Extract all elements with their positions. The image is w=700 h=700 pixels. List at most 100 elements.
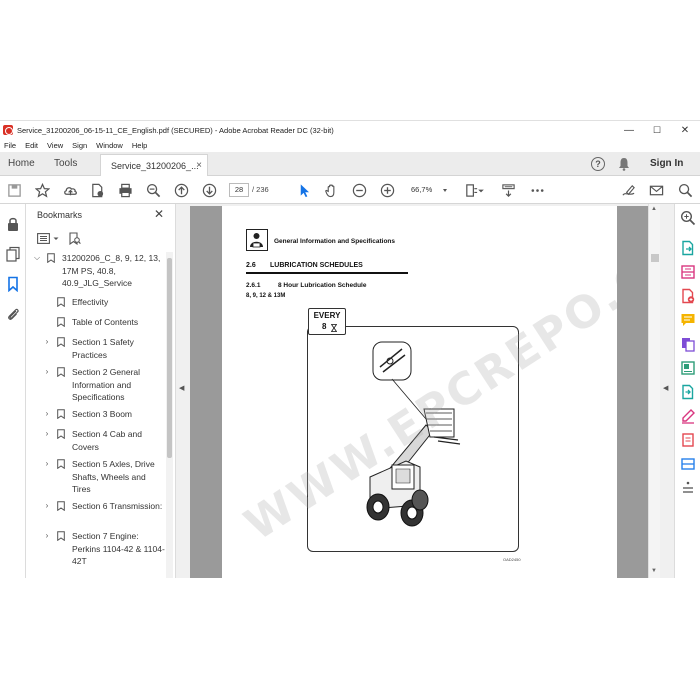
notification-bell-icon[interactable] — [618, 157, 630, 171]
page-view-icon[interactable] — [500, 182, 516, 198]
scroll-down-icon[interactable]: ▼ — [651, 568, 657, 574]
bookmark-item[interactable]: Effectivity — [26, 296, 166, 312]
save-icon[interactable] — [6, 182, 22, 198]
zoom-level-dropdown[interactable]: 66,7% — [405, 183, 451, 197]
scroll-up-icon[interactable]: ▲ — [651, 206, 657, 212]
manual-section-logo — [246, 229, 268, 251]
sign-in-button[interactable]: Sign In — [650, 158, 683, 169]
bookmarks-scrollbar[interactable] — [166, 252, 173, 578]
bookmark-item[interactable]: › Section 5 Axles, Drive Shafts, Wheels … — [26, 458, 166, 496]
help-icon[interactable]: ? — [591, 157, 605, 171]
create-pdf-icon[interactable] — [680, 288, 696, 304]
document-scroll-thumb[interactable] — [651, 254, 659, 262]
bookmark-item[interactable]: › Section 6 Transmission: — [26, 500, 166, 526]
bookmark-item[interactable]: › Section 2 General Information and Spec… — [26, 366, 166, 404]
edit-pdf-icon[interactable] — [680, 360, 696, 376]
more-tools-icon[interactable] — [529, 182, 545, 198]
next-page-icon[interactable] — [201, 182, 217, 198]
zoom-in-icon[interactable] — [379, 182, 395, 198]
tab-close-icon[interactable]: × — [196, 160, 202, 171]
bookmarks-scroll-thumb[interactable] — [167, 258, 172, 458]
bookmark-label: Section 5 Axles, Drive Shafts, Wheels an… — [72, 459, 155, 494]
expand-chevron-icon[interactable]: › — [43, 408, 51, 421]
acrobat-window: Service_31200206_06-15-11_CE_English.pdf… — [0, 120, 700, 578]
expand-chevron-icon[interactable]: › — [43, 530, 51, 543]
collapse-right-panel-icon[interactable]: ◀ — [663, 384, 668, 392]
expand-chevron-icon[interactable]: › — [43, 428, 51, 441]
export-convert-icon[interactable] — [680, 384, 696, 400]
document-viewer[interactable]: General Information and Specifications 2… — [190, 206, 648, 578]
bookmark-item[interactable]: › Section 1 Safety Practices — [26, 336, 166, 362]
zoom-out-icon[interactable] — [351, 182, 367, 198]
menu-sign[interactable]: Sign — [72, 141, 87, 150]
minimize-button[interactable]: — — [615, 121, 643, 139]
bookmark-label: Section 3 Boom — [72, 409, 133, 419]
menu-view[interactable]: View — [47, 141, 63, 150]
file-share-icon[interactable] — [89, 182, 105, 198]
bookmark-item[interactable]: › Section 7 Engine: Perkins 1104-42 & 11… — [26, 530, 166, 568]
bookmark-label: Section 1 Safety Practices — [72, 337, 134, 360]
export-pdf-icon[interactable] — [680, 240, 696, 256]
bookmark-options-chevron-icon[interactable] — [52, 233, 60, 244]
menu-window[interactable]: Window — [96, 141, 123, 150]
select-cursor-icon[interactable] — [296, 182, 312, 198]
expand-chevron-icon[interactable]: › — [43, 500, 51, 513]
page-number-input[interactable]: 28 — [229, 183, 249, 197]
tab-tools[interactable]: Tools — [54, 158, 77, 169]
hourglass-icon — [331, 324, 337, 332]
bookmark-icon — [47, 253, 55, 263]
upload-cloud-icon[interactable] — [62, 182, 78, 198]
email-icon[interactable] — [648, 182, 664, 198]
tab-document[interactable]: Service_31200206_... × — [100, 154, 208, 176]
bookmark-label: Section 2 General Information and Specif… — [72, 367, 141, 402]
pdf-page: General Information and Specifications 2… — [222, 206, 617, 578]
fill-sign-icon[interactable] — [680, 408, 696, 424]
expand-chevron-icon[interactable]: › — [43, 458, 51, 471]
bookmarks-list: ⌵ 31200206_C_8, 9, 12, 13, 17M PS, 40.8,… — [26, 252, 166, 568]
bookmark-icon — [57, 317, 65, 327]
bookmark-item[interactable]: Table of Contents — [26, 316, 166, 332]
more-tools-right-icon[interactable] — [680, 480, 696, 496]
page-fit-chevron-icon[interactable] — [477, 182, 485, 198]
menu-help[interactable]: Help — [132, 141, 147, 150]
interval-label-box: EVERY 8 — [308, 308, 346, 335]
right-tools-rail — [674, 204, 700, 578]
protect-icon[interactable] — [680, 432, 696, 448]
menu-edit[interactable]: Edit — [25, 141, 38, 150]
bookmark-item[interactable]: › Section 4 Cab and Covers — [26, 428, 166, 454]
bookmarks-panel-icon[interactable] — [5, 276, 21, 292]
screen: Service_31200206_06-15-11_CE_English.pdf… — [0, 0, 700, 700]
expand-chevron-icon[interactable]: › — [43, 336, 51, 349]
scan-ocr-icon[interactable] — [680, 456, 696, 472]
bookmark-label: Table of Contents — [72, 317, 139, 327]
print-icon[interactable] — [117, 182, 133, 198]
collapse-chevron-icon[interactable]: ⌵ — [33, 252, 41, 265]
expand-chevron-icon[interactable]: › — [43, 366, 51, 379]
previous-page-icon[interactable] — [173, 182, 189, 198]
zoom-search-icon[interactable] — [680, 210, 696, 226]
close-window-button[interactable]: ✕ — [671, 121, 699, 139]
maximize-button[interactable]: ☐ — [643, 121, 671, 139]
tab-document-label: Service_31200206_... — [111, 161, 199, 171]
lock-icon[interactable] — [5, 216, 21, 232]
search-zoom-icon[interactable] — [145, 182, 161, 198]
document-scrollbar[interactable]: ▲ ▼ — [648, 204, 660, 578]
find-bookmark-icon[interactable] — [68, 231, 81, 245]
collapse-left-panel-icon[interactable]: ◀ — [179, 384, 184, 392]
sign-pen-icon[interactable] — [620, 182, 636, 198]
find-search-icon[interactable] — [677, 182, 693, 198]
menu-file[interactable]: File — [4, 141, 16, 150]
bookmark-item[interactable]: › Section 3 Boom — [26, 408, 166, 424]
organize-pages-icon[interactable] — [680, 264, 696, 280]
menu-bar: File Edit View Sign Window Help — [0, 139, 700, 152]
bookmark-item[interactable]: ⌵ 31200206_C_8, 9, 12, 13, 17M PS, 40.8,… — [26, 252, 166, 292]
bookmark-options-icon[interactable] — [37, 232, 50, 244]
hand-tool-icon[interactable] — [323, 182, 339, 198]
attachment-paperclip-icon[interactable] — [5, 306, 21, 322]
tab-home[interactable]: Home — [8, 158, 35, 169]
bookmarks-close-icon[interactable]: ✕ — [154, 207, 164, 221]
bookmark-star-icon[interactable] — [34, 182, 50, 198]
combine-files-icon[interactable] — [680, 336, 696, 352]
comment-icon[interactable] — [680, 312, 696, 328]
page-thumbnails-icon[interactable] — [5, 246, 21, 262]
